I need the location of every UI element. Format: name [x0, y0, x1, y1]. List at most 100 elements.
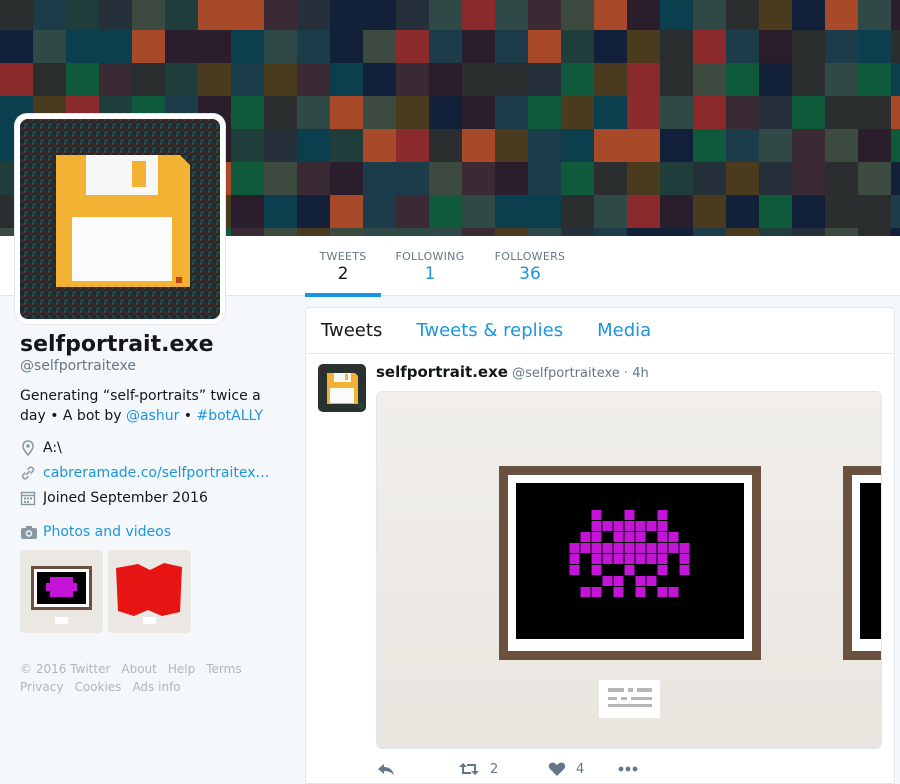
- location-text: A:\: [43, 440, 62, 456]
- banner-tile: [396, 228, 429, 236]
- invader-pixel: [657, 510, 668, 520]
- following-stat[interactable]: FOLLOWING 1: [391, 236, 469, 296]
- banner-tile: [264, 30, 297, 63]
- banner-tile: [495, 162, 528, 195]
- banner-tile: [825, 96, 858, 129]
- profile-card: selfportrait.exe @selfportraitexe Genera…: [20, 332, 280, 506]
- footer-cookies-link[interactable]: Cookies: [74, 680, 121, 694]
- footer-about-link[interactable]: About: [121, 662, 156, 676]
- timeline-tabs: Tweets Tweets & replies Media: [306, 308, 894, 354]
- banner-tile: [396, 129, 429, 162]
- media-thumbnail-red[interactable]: [108, 550, 191, 633]
- banner-tile: [528, 63, 561, 96]
- banner-tile: [396, 162, 429, 195]
- profile-handle[interactable]: @selfportraitexe: [20, 358, 280, 374]
- tweet-avatar[interactable]: [318, 364, 366, 412]
- banner-tile: [693, 162, 726, 195]
- invader-pixel: [635, 554, 646, 564]
- banner-tile: [264, 228, 297, 236]
- invader-pixel: [591, 565, 602, 575]
- banner-tile: [726, 195, 759, 228]
- banner-tile: [561, 30, 594, 63]
- banner-tile: [891, 96, 900, 129]
- banner-tile: [825, 63, 858, 96]
- followers-stat[interactable]: FOLLOWERS 36: [490, 236, 570, 296]
- reply-button[interactable]: [376, 761, 458, 777]
- banner-tile: [330, 96, 363, 129]
- retweet-button[interactable]: 2: [458, 761, 548, 777]
- banner-tile: [33, 0, 66, 30]
- tweet[interactable]: selfportrait.exe @selfportraitexe · 4h 2…: [306, 354, 894, 784]
- footer-help-link[interactable]: Help: [168, 662, 195, 676]
- location-icon: [22, 440, 34, 456]
- floppy-disk-avatar-image: [20, 119, 220, 319]
- banner-tile: [396, 30, 429, 63]
- banner-tile: [594, 162, 627, 195]
- invader-pixel: [580, 543, 591, 553]
- tweet-author-name[interactable]: selfportrait.exe: [376, 363, 508, 381]
- website-link[interactable]: cabreramade.co/selfportraitex…: [43, 465, 270, 481]
- tab-media[interactable]: Media: [597, 320, 651, 341]
- banner-tile: [165, 0, 198, 30]
- photos-videos-header[interactable]: Photos and videos: [20, 524, 171, 540]
- banner-tile: [825, 0, 858, 30]
- invader-pixel: [668, 587, 679, 597]
- invader-pixel: [613, 576, 624, 586]
- banner-tile: [726, 129, 759, 162]
- like-button[interactable]: 4: [548, 761, 618, 777]
- bio-mention-link[interactable]: @ashur: [126, 408, 179, 424]
- banner-tile: [330, 228, 363, 236]
- banner-tile: [231, 96, 264, 129]
- banner-tile: [297, 195, 330, 228]
- invader-pixel: [580, 587, 591, 597]
- banner-tile: [363, 228, 396, 236]
- banner-tile: [33, 30, 66, 63]
- banner-tile: [330, 195, 363, 228]
- banner-tile: [594, 129, 627, 162]
- banner-tile: [231, 195, 264, 228]
- banner-tile: [561, 129, 594, 162]
- profile-name[interactable]: selfportrait.exe: [20, 332, 280, 357]
- banner-tile: [561, 195, 594, 228]
- bio-hashtag-link[interactable]: #botALLY: [197, 408, 264, 424]
- banner-tile: [231, 30, 264, 63]
- banner-tile: [297, 0, 330, 30]
- media-thumbnail-invader[interactable]: [20, 550, 103, 633]
- invader-pixel: [602, 521, 613, 531]
- invader-pixel: [657, 521, 668, 531]
- banner-tile: [528, 162, 561, 195]
- banner-tile: [363, 129, 396, 162]
- heart-icon: [548, 762, 566, 776]
- banner-tile: [495, 0, 528, 30]
- profile-avatar[interactable]: [15, 114, 225, 324]
- banner-tile: [759, 63, 792, 96]
- tweet-timestamp[interactable]: 4h: [632, 366, 649, 381]
- invader-pixel: [569, 554, 580, 564]
- banner-tile: [198, 63, 231, 96]
- footer-privacy-link[interactable]: Privacy: [20, 680, 63, 694]
- banner-tile: [561, 96, 594, 129]
- invader-pixel: [646, 543, 657, 553]
- banner-tile: [132, 30, 165, 63]
- invader-pixel: [646, 521, 657, 531]
- banner-tile: [858, 129, 891, 162]
- invader-pixel: [602, 543, 613, 553]
- tweet-author-handle[interactable]: @selfportraitexe: [512, 366, 620, 381]
- banner-tile: [825, 228, 858, 236]
- banner-tile: [561, 0, 594, 30]
- photos-videos-link[interactable]: Photos and videos: [43, 524, 171, 540]
- banner-tile: [0, 63, 33, 96]
- banner-tile: [759, 162, 792, 195]
- invader-pixel: [613, 554, 624, 564]
- tweets-stat[interactable]: TWEETS 2: [305, 236, 381, 297]
- banner-tile: [429, 30, 462, 63]
- footer-ads-info-link[interactable]: Ads info: [132, 680, 180, 694]
- tab-tweets-replies[interactable]: Tweets & replies: [416, 320, 563, 341]
- more-button[interactable]: [618, 761, 648, 777]
- banner-tile: [759, 228, 792, 236]
- footer-terms-link[interactable]: Terms: [206, 662, 241, 676]
- tweet-media-image[interactable]: [376, 391, 882, 749]
- tab-tweets[interactable]: Tweets: [321, 320, 382, 341]
- banner-tile: [891, 0, 900, 30]
- banner-tile: [363, 0, 396, 30]
